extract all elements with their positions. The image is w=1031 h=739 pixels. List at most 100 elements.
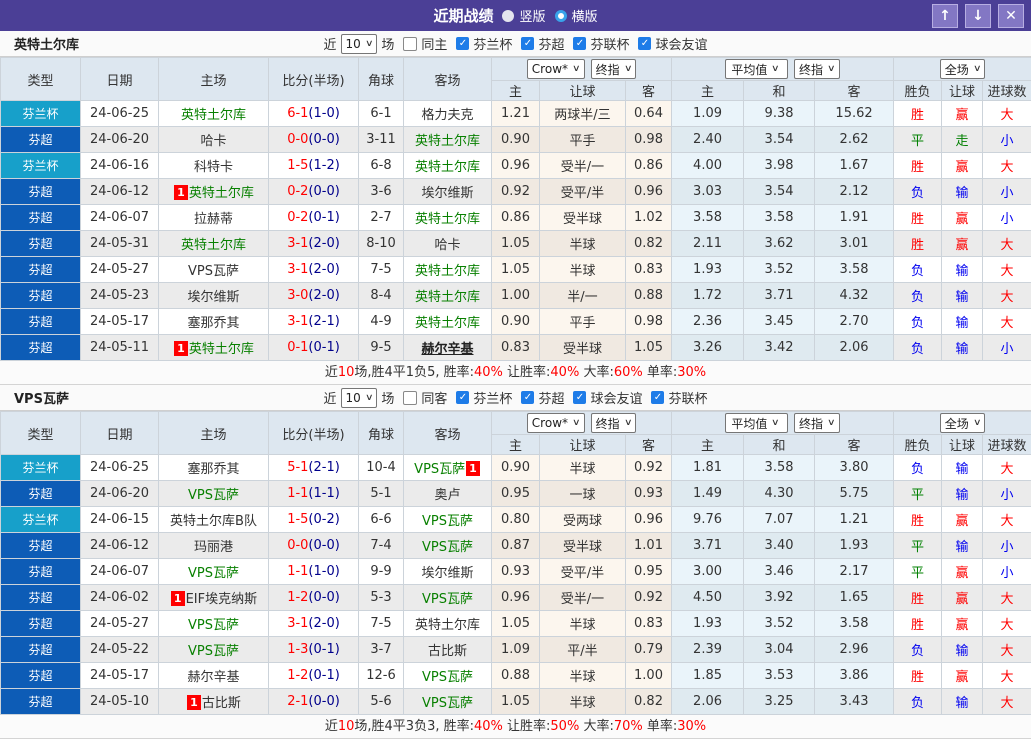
select-value: 平均值 [731,61,767,78]
home-team-cell: 1EIF埃克纳斯 [159,585,269,611]
score-cell: 3-1(2-0) [269,257,359,283]
handicap-away-odds-cell: 0.93 [626,481,672,507]
same-away-checkbox[interactable] [403,391,417,405]
col-handicap-home: 主 [492,435,540,455]
league-checkbox[interactable] [573,391,586,404]
rank-badge: 1 [466,461,480,476]
rank-badge: 1 [174,185,188,200]
handicap-result-cell: 赢 [942,585,983,611]
avg-draw-odds-cell: 3.45 [744,309,815,335]
league-checkbox[interactable] [456,37,469,50]
result-cell: 胜 [894,585,942,611]
team-name-text: 英特土尔库 [415,316,480,331]
handicap-home-odds-cell: 1.00 [492,283,540,309]
league-label: 球会友谊 [590,388,642,407]
corner-cell: 4-9 [359,309,404,335]
match-row: 芬超24-05-23埃尔维斯3-0(2-0)8-4英特土尔库1.00半/一0.8… [1,283,1031,309]
date-cell: 24-05-31 [81,231,159,257]
col-away: 客场 [404,58,492,101]
close-button[interactable]: ✕ [998,4,1024,28]
avg-away-odds-cell: 15.62 [815,101,894,127]
score-cell: 0-1(0-1) [269,335,359,361]
col-result: 胜负 [894,435,942,455]
avg-away-odds-cell: 4.32 [815,283,894,309]
move-up-button[interactable]: ↑ [932,4,958,28]
bookmaker-select[interactable]: Crow* [527,413,585,433]
avg-away-odds-cell: 2.17 [815,559,894,585]
league-checkbox[interactable] [573,37,586,50]
score-cell: 6-1(1-0) [269,101,359,127]
fulltime-select[interactable]: 全场 [940,413,986,433]
radio-selected-icon[interactable] [502,10,514,22]
fulltime-score: 0-2 [287,210,308,225]
avg-home-odds-cell: 4.50 [672,585,744,611]
odds-stage-select[interactable]: 终指 [794,413,840,433]
summary-text: 60% [614,365,643,380]
halftime-score: (1-0) [308,106,339,121]
avg-away-odds-cell: 2.96 [815,637,894,663]
date-cell: 24-06-25 [81,101,159,127]
avg-away-odds-cell: 1.93 [815,533,894,559]
away-team-cell: 英特土尔库 [404,127,492,153]
corner-cell: 6-1 [359,101,404,127]
league-checkbox[interactable] [456,391,469,404]
fulltime-score: 1-3 [287,642,308,657]
league-checkbox[interactable] [651,391,664,404]
summary-text: 50% [550,719,579,734]
record-summary: 近10场,胜4平1负5, 胜率:40% 让胜率:40% 大率:60% 单率:30… [0,361,1031,385]
handicap-away-odds-cell: 0.95 [626,559,672,585]
summary-text: 大率: [579,719,614,734]
odds-stage-select[interactable]: 终指 [591,59,637,79]
corner-cell: 3-7 [359,637,404,663]
fulltime-select[interactable]: 全场 [940,59,986,79]
league-type-cell: 芬兰杯 [1,507,81,533]
away-team-cell: VPS瓦萨 [404,585,492,611]
result-cell: 胜 [894,663,942,689]
halftime-score: (0-0) [308,132,339,147]
league-type-cell: 芬超 [1,689,81,715]
halftime-score: (1-2) [308,158,339,173]
league-checkbox[interactable] [521,37,534,50]
layout-radio-vertical[interactable]: 竖版 [502,6,545,25]
team-name-text: VPS瓦萨 [188,488,239,503]
filter-bar: 近 10 场 同主 芬兰杯 芬超 芬联杯 球会友谊 [324,34,708,54]
average-select[interactable]: 平均值 [725,59,788,79]
recent-count-select[interactable]: 10 [341,34,378,54]
league-checkbox[interactable] [638,37,651,50]
league-type-cell: 芬兰杯 [1,455,81,481]
league-checkbox[interactable] [521,391,534,404]
col-away: 客场 [404,412,492,455]
col-corner: 角球 [359,412,404,455]
handicap-result-cell: 输 [942,179,983,205]
average-select[interactable]: 平均值 [725,413,788,433]
score-cell: 1-5(0-2) [269,507,359,533]
avg-away-odds-cell: 5.75 [815,481,894,507]
col-handicap-home: 主 [492,81,540,101]
same-home-checkbox[interactable] [403,37,417,51]
odds-stage-select[interactable]: 终指 [794,59,840,79]
result-cell: 负 [894,309,942,335]
summary-text: 30% [677,719,706,734]
avg-home-odds-cell: 1.81 [672,455,744,481]
summary-text: 近 [325,365,338,380]
select-value: 平均值 [731,415,767,432]
team-name-text: 英特土尔库B队 [170,514,257,529]
goals-result-cell: 小 [983,481,1031,507]
handicap-home-odds-cell: 1.05 [492,257,540,283]
avg-home-odds-cell: 4.00 [672,153,744,179]
corner-cell: 3-11 [359,127,404,153]
team-name-text: 埃尔维斯 [421,186,473,201]
radio-unselected-icon[interactable] [555,10,567,22]
recent-count-select[interactable]: 10 [341,388,378,408]
away-team-cell: 埃尔维斯 [404,559,492,585]
handicap-away-odds-cell: 0.64 [626,101,672,127]
bookmaker-select[interactable]: Crow* [527,59,585,79]
col-corner: 角球 [359,58,404,101]
layout-radio-horizontal[interactable]: 横版 [555,6,598,25]
move-down-button[interactable]: ↓ [965,4,991,28]
handicap-line-cell: 受半/一 [540,153,626,179]
odds-stage-select[interactable]: 终指 [591,413,637,433]
handicap-home-odds-cell: 0.90 [492,127,540,153]
score-cell: 0-2(0-0) [269,179,359,205]
goals-result-cell: 大 [983,309,1031,335]
